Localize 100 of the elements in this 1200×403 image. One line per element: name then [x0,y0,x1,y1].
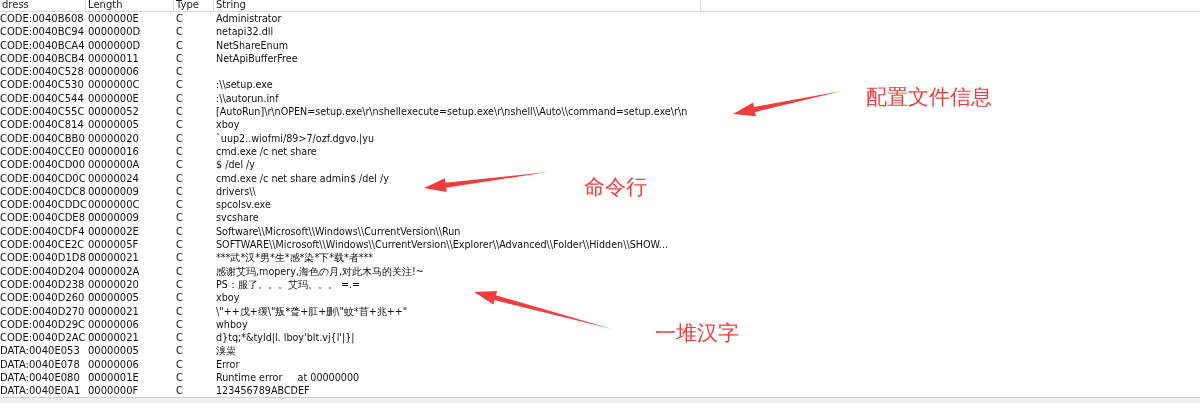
table-cell: spcolsv.exe [216,199,271,211]
table-cell: CODE:0040D238 [0,278,85,290]
table-cell: cmd.exe /c net share [216,145,317,157]
table-cell: CODE:0040BCB4 [0,52,85,64]
table-cell: 0000001E [88,372,139,383]
table-cell: CODE:0040C55C [0,106,85,118]
table-cell: C [176,252,183,264]
annotation-label: 一堆汉字 [655,320,739,346]
table-cell: 0000002E [88,225,139,237]
table-cell: svcshare [216,212,259,224]
table-cell: SOFTWARE\\Microsoft\\Windows\\CurrentVersion\\Explorer\\Advanced\\Folder\\Hidden\\SHOW... [216,239,669,251]
table-cell: 00000020 [88,278,139,290]
table-cell: 0000005F [88,239,139,251]
column-header[interactable]: String [214,0,701,11]
table-cell: 00000052 [88,106,139,118]
table-cell: C [176,106,183,118]
table-cell: 00000011 [88,52,139,64]
table-cell: C [176,199,183,211]
table-cell: CODE:0040D270 [0,305,85,317]
table-cell: C [176,39,183,51]
table-cell: 123456789ABCDEF [216,385,310,397]
table-cell: CODE:0040C814 [0,119,84,131]
table-cell: 溴粜 [216,345,236,357]
table-cell: CODE:0040D204 [0,265,85,277]
table-cell: NetShareEnum [216,39,289,51]
table-cell: Administrator [216,13,282,24]
table-cell: whboy [216,318,248,330]
table-cell: 0000000C [88,79,140,91]
table-cell: [AutoRun]\r\nOPEN=setup.exe\r\nshellexecute=setup.exe\r\nshell\\Auto\\command=setup.exe\r\n [216,106,688,118]
table-cell: DATA:0040E080 [0,372,80,383]
table-cell: 00000021 [88,305,139,317]
table-cell: C [176,66,183,78]
table-cell: CODE:0040D260 [0,292,85,304]
table-cell: 00000016 [88,145,139,157]
table-cell: Error [216,358,240,370]
table-cell: C [176,318,183,330]
table-cell: 0000000D [88,26,141,38]
table-cell: xboy [216,292,240,304]
table-cell: CODE:0040CE2C [0,239,85,251]
table-cell: \"++戊+缓\"叛*聋+肛+删\"蚊*苜+兆++" [216,305,408,317]
table-cell: PS：服了。。。艾玛。。。 =.= [216,278,361,290]
table-cell: C [176,345,183,357]
table-cell: drivers\\ [216,185,256,197]
table-cell: CODE:0040CBB0 [0,132,85,144]
table-cell: 00000021 [88,332,139,344]
table-cell: 00000024 [88,172,139,184]
table-cell: :\\autorun.inf [216,92,279,104]
table-cell: 0000000F [88,385,139,397]
column-header[interactable]: Type [174,0,214,11]
table-cell: CODE:0040D2AC [0,332,86,344]
table-cell: CODE:0040C544 [0,92,84,104]
column-header[interactable]: Length [86,0,174,11]
table-cell: CODE:0040CD00 [0,159,86,171]
table-cell: netapi32.dll [216,26,274,38]
annotation-label: 命令行 [584,174,647,200]
table-cell: CODE:0040BCA4 [0,39,85,51]
table-cell: C [176,265,183,277]
table-cell: C [176,119,183,131]
table-cell: xboy [216,119,240,131]
table-cell: CODE:0040D1D8 [0,252,86,264]
table-cell: $ /del /y [216,159,255,171]
table-cell: C [176,292,183,304]
table-cell: CODE:0040CCE0 [0,145,85,157]
table-cell: C [176,132,183,144]
table-cell: C [176,212,183,224]
table-cell: CODE:0040C530 [0,79,84,91]
table-cell: 0000000A [88,159,140,171]
table-cell: 00000006 [88,66,139,78]
table-cell: DATA:0040E053 [0,345,80,357]
table-cell: 00000009 [88,212,139,224]
table-cell: C [176,92,183,104]
table-cell: d}tq;*&tyld|l. lboy'blt.vj{l'|}| [216,332,355,344]
table-cell: 00000005 [88,119,139,131]
table-cell: DATA:0040E078 [0,358,80,370]
annotation-label: 配置文件信息 [866,84,992,110]
table-cell: CODE:0040CDDC [0,199,88,211]
table-cell: 00000021 [88,252,139,264]
table-cell: C [176,385,183,397]
table-cell: C [176,13,183,24]
table-cell: Runtime error at 00000000 [216,372,360,383]
table-cell: 0000000D [88,39,141,51]
table-cell: DATA:0040E0A1 [0,385,81,397]
table-cell: NetApiBufferFree [216,52,298,64]
table-cell: CODE:0040CD0C [0,172,86,184]
table-cell: 0000000E [88,13,139,24]
table-cell: 00000009 [88,185,139,197]
table-cell: 00000005 [88,345,139,357]
table-cell: 00000005 [88,292,139,304]
table-cell: CODE:0040BC94 [0,26,85,38]
table-cell: C [176,305,183,317]
table-cell: :\\setup.exe [216,79,273,91]
table-cell: 00000006 [88,358,139,370]
table-cell: C [176,278,183,290]
table-cell: cmd.exe /c net share admin$ /del /y [216,172,389,184]
table-cell: C [176,172,183,184]
table-cell: C [176,79,183,91]
table-cell: C [176,358,183,370]
table-cell: CODE:0040B608 [0,13,84,24]
table-cell: `uup2..wiofmi/89>7/ozf.dgvo.|yu [216,132,375,144]
column-header[interactable]: dress [0,0,86,11]
